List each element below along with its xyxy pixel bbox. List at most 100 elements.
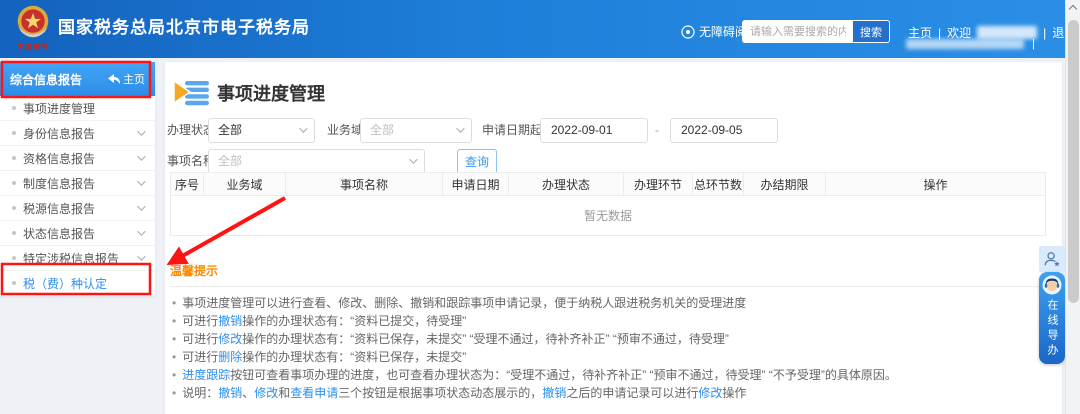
sidebar: 综合信息报告 主页 事项进度管理身份信息报告资格信息报告制度信息报告税源信息报告… [0, 62, 155, 296]
bullet-icon [12, 206, 16, 210]
sidebar-item-2[interactable]: 资格信息报告 [0, 146, 155, 171]
tips-list: • 事项进度管理可以进行查看、修改、删除、撤销和跟踪事项申请记录，便于纳税人跟进税… [170, 296, 1046, 400]
tip-text-segment: 之后的申请记录可以进行 [566, 386, 698, 400]
online-guide-widget[interactable]: 在线导办 [1039, 272, 1065, 364]
chevron-down-icon [456, 124, 464, 132]
chevron-down-icon [137, 152, 145, 160]
site-title: 国家税务总局北京市电子税务局 [58, 0, 310, 56]
tip-text-segment: 操作的办理状态有：“资料已保存，未提交” [242, 350, 466, 364]
query-button[interactable]: 查询 [457, 149, 497, 174]
person-star-icon [1043, 250, 1061, 268]
bullet-icon: • [172, 350, 176, 364]
bullet-icon: • [172, 386, 176, 400]
tip-text-segment: 操作的办理状态有：“资料已提交，待受理” [242, 314, 466, 328]
tip-text-segment: 说明： [182, 386, 218, 400]
sidebar-header: 综合信息报告 主页 [0, 62, 155, 96]
accessibility-eye-icon [681, 25, 695, 39]
sidebar-item-7[interactable]: 税（费）种认定 [0, 271, 155, 296]
sidebar-item-3[interactable]: 制度信息报告 [0, 171, 155, 196]
tips-section: 温馨提示 • 事项进度管理可以进行查看、修改、删除、撤销和跟踪事项申请记录，便于纳… [170, 262, 1046, 404]
tip-text-segment: 事项进度管理可以进行查看、修改、删除、撤销和跟踪事项申请记录，便于纳税人跟进税务… [182, 296, 746, 310]
status-select[interactable]: 全部 [208, 118, 315, 143]
page-title-row: 事项进度管理 [173, 80, 325, 106]
tip-item: •说明：撤销、修改和查看申请三个按钮是根据事项状态动态展示的，撤销之后的申请记录… [170, 386, 1046, 400]
sidebar-item-label: 税（费）种认定 [23, 275, 107, 292]
results-table: 序号业务域事项名称申请日期办理状态办理环节总环节数办结期限操作 暂无数据 [170, 172, 1046, 236]
sidebar-item-6[interactable]: 特定涉税信息报告 [0, 246, 155, 271]
domain-value: 全部 [370, 123, 394, 137]
sidebar-item-5[interactable]: 状态信息报告 [0, 221, 155, 246]
national-emblem-icon [15, 4, 51, 40]
chevron-down-icon [137, 202, 145, 210]
top-header: 中国税务 国家税务总局北京市电子税务局 无障碍阅读 搜索 主页 | 欢迎 | 退… [0, 0, 1080, 58]
tip-text-segment: 操作 [722, 386, 746, 400]
scrollbar-up-arrow-icon[interactable] [1069, 5, 1077, 13]
tip-text-segment: 三个按钮是根据事项状态动态展示的， [338, 386, 542, 400]
chevron-down-icon [137, 177, 145, 185]
user-service-widget[interactable] [1039, 246, 1065, 272]
sidebar-home-link[interactable]: 主页 [108, 71, 145, 87]
sidebar-item-1[interactable]: 身份信息报告 [0, 121, 155, 146]
bullet-icon: • [172, 314, 176, 328]
tip-item: • 进度跟踪按钮可查看事项办理的进度，也可查看办理状态为：“受理不通过，待补齐补正… [170, 368, 1046, 382]
tip-text: 说明：撤销、修改和查看申请三个按钮是根据事项状态动态展示的，撤销之后的申请记录可… [182, 386, 746, 400]
sidebar-item-label: 税源信息报告 [23, 200, 95, 217]
online-guide-label: 在线导办 [1044, 299, 1060, 359]
table-header-cell: 业务域 [204, 173, 286, 196]
tip-link: 修改 [254, 386, 278, 400]
tip-text-segment: 按钮可查看事项办理的进度，也可查看办理状态为：“受理不通过，待补齐补正” “预审… [230, 368, 897, 382]
header-search: 搜索 [742, 20, 890, 43]
search-button[interactable]: 搜索 [853, 21, 889, 42]
bullet-icon: • [172, 296, 176, 310]
date-from-input[interactable]: 2022-09-01 [540, 118, 648, 143]
tip-text-segment: 可进行 [182, 350, 218, 364]
chevron-down-icon [137, 227, 145, 235]
sidebar-home-label: 主页 [123, 71, 145, 87]
table-header-cell: 办理环节 [624, 173, 693, 196]
search-input[interactable] [743, 21, 853, 42]
tax-bureau-logo: 中国税务 [13, 4, 53, 52]
table-header-cell: 办理状态 [509, 173, 624, 196]
tip-text-segment: 、 [242, 386, 254, 400]
domain-select[interactable]: 全部 [360, 118, 472, 143]
sidebar-item-0[interactable]: 事项进度管理 [0, 96, 155, 121]
tip-link: 撤销 [218, 314, 242, 328]
tip-text-segment: 可进行 [182, 332, 218, 346]
tip-item: • 事项进度管理可以进行查看、修改、删除、撤销和跟踪事项申请记录，便于纳税人跟进税… [170, 296, 1046, 310]
bullet-icon: • [172, 332, 176, 346]
status-value: 全部 [218, 123, 242, 137]
sidebar-item-label: 制度信息报告 [23, 175, 95, 192]
tip-text: 进度跟踪按钮可查看事项办理的进度，也可查看办理状态为：“受理不通过，待补齐补正”… [182, 368, 897, 382]
scrollbar-thumb[interactable] [1068, 20, 1079, 303]
main-panel: 事项进度管理 办理状态: 全部 业务域: 全部 申请日期起止: 2022-09-… [165, 62, 1062, 414]
item-name-select[interactable]: 全部 [208, 149, 425, 174]
sidebar-menu: 事项进度管理身份信息报告资格信息报告制度信息报告税源信息报告状态信息报告特定涉税… [0, 96, 155, 296]
sidebar-item-label: 事项进度管理 [23, 100, 95, 117]
tip-text: 可进行撤销操作的办理状态有：“资料已提交，待受理” [182, 314, 466, 328]
tip-text-segment: 可进行 [182, 314, 218, 328]
bullet-icon: • [172, 368, 176, 382]
tip-item: • 可进行撤销操作的办理状态有：“资料已提交，待受理” [170, 314, 1046, 328]
back-arrow-icon [108, 74, 120, 84]
bullet-icon [12, 156, 16, 160]
company-name-redacted [906, 39, 1024, 49]
table-header-cell: 序号 [171, 173, 204, 196]
date-to-input[interactable]: 2022-09-05 [670, 118, 778, 143]
sidebar-item-label: 状态信息报告 [23, 225, 95, 242]
bullet-icon [12, 106, 16, 110]
tip-link: 修改 [218, 332, 242, 346]
tip-text-segment: 和 [278, 386, 290, 400]
tip-link: 进度跟踪 [182, 368, 230, 382]
empty-state: 暂无数据 [171, 196, 1046, 236]
tip-link: 撤销 [218, 386, 242, 400]
tip-item: •可进行删除操作的办理状态有：“资料已保存，未提交” [170, 350, 1046, 364]
tip-item: •可进行修改操作的办理状态有：“资料已保存，未提交” “受理不通过，待补齐补正”… [170, 332, 1046, 346]
tips-title: 温馨提示 [170, 262, 1046, 279]
table-empty-row: 暂无数据 [171, 196, 1046, 236]
sidebar-item-4[interactable]: 税源信息报告 [0, 196, 155, 221]
divider: | [1043, 26, 1046, 40]
page-scrollbar[interactable] [1065, 0, 1080, 414]
sidebar-title: 综合信息报告 [10, 71, 82, 88]
divider: | [1032, 38, 1035, 50]
date-separator: - [655, 118, 659, 143]
